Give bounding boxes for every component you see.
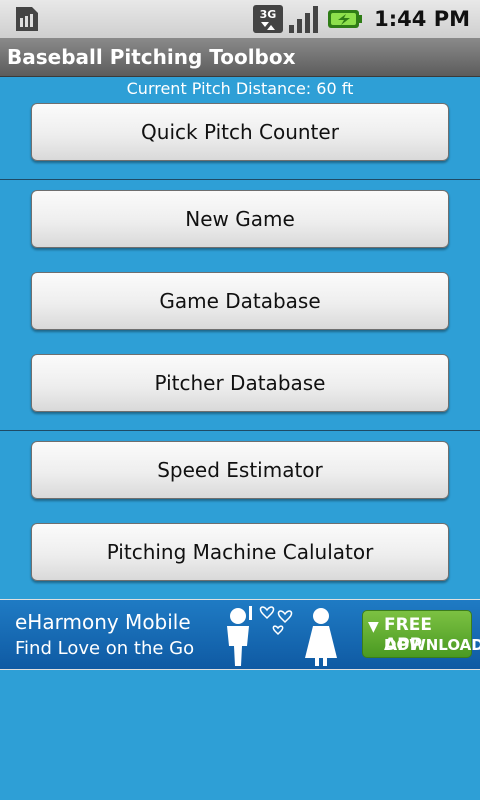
speed-estimator-button[interactable]: Speed Estimator bbox=[31, 441, 449, 499]
ad-banner[interactable]: eHarmony Mobile Find Love on the Go ▼ FR… bbox=[0, 599, 480, 670]
couple-illustration-icon bbox=[227, 606, 337, 666]
divider bbox=[0, 430, 480, 431]
pitching-machine-calculator-button[interactable]: Pitching Machine Calulator bbox=[31, 523, 449, 581]
new-game-button[interactable]: New Game bbox=[31, 190, 449, 248]
pitch-distance-label: Current Pitch Distance: 60 ft bbox=[126, 79, 354, 98]
ad-subtitle: Find Love on the Go bbox=[15, 638, 195, 659]
status-clock: 1:44 PM bbox=[374, 7, 470, 31]
pitcher-database-button[interactable]: Pitcher Database bbox=[31, 354, 449, 412]
download-arrow-icon: ▼ bbox=[368, 619, 379, 635]
status-bar: 3G 1:44 PM bbox=[0, 0, 480, 38]
signal-strength-icon bbox=[289, 6, 319, 33]
free-app-download-button[interactable]: ▼ FREE APP DOWNLOAD bbox=[362, 610, 480, 658]
ad-title: eHarmony Mobile bbox=[15, 610, 191, 634]
app-title: Baseball Pitching Toolbox bbox=[7, 45, 296, 69]
network-3g-icon: 3G bbox=[253, 5, 284, 33]
sim-card-icon bbox=[16, 7, 38, 31]
ad-cta-line2: DOWNLOAD bbox=[384, 636, 480, 654]
network-type-label: 3G bbox=[260, 8, 277, 21]
divider bbox=[0, 179, 480, 180]
battery-charging-icon bbox=[328, 10, 363, 28]
game-database-button[interactable]: Game Database bbox=[31, 272, 449, 330]
app-title-bar: Baseball Pitching Toolbox bbox=[0, 38, 480, 77]
quick-pitch-counter-button[interactable]: Quick Pitch Counter bbox=[31, 103, 449, 161]
